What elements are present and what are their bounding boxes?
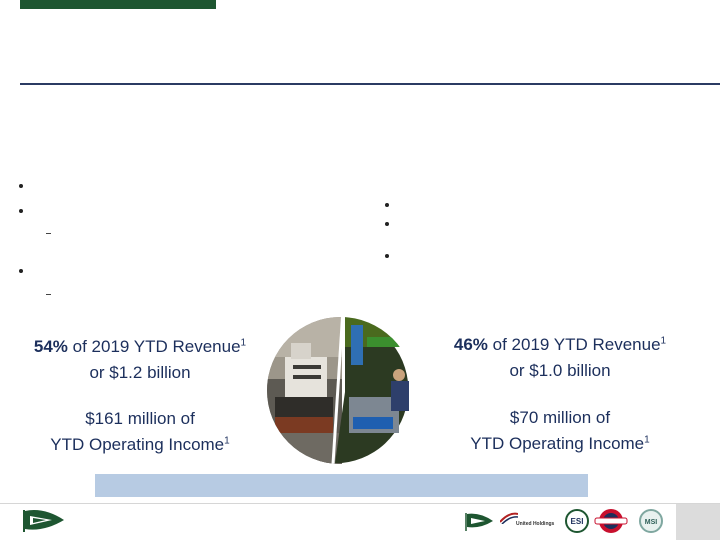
distribution-income-footnote-marker: 1 — [644, 434, 650, 446]
marine-revenue-stat: 54% of 2019 YTD Revenue1 or $1.2 billion… — [20, 334, 260, 458]
distribution-income-line1: $70 million of — [509, 408, 611, 427]
left-subbullet-2 — [46, 294, 51, 295]
right-bullet-3 — [385, 254, 389, 258]
marine-income-line1: $161 million of — [85, 409, 195, 428]
msi-logo: MSI — [639, 509, 663, 533]
distribution-footnote-marker: 1 — [660, 335, 667, 347]
marine-revenue-line: 54% of 2019 YTD Revenue1 — [20, 334, 260, 360]
footer-divider — [0, 503, 720, 504]
marine-income-text: YTD Operating Income — [50, 435, 225, 454]
marine-footnote-marker: 1 — [240, 337, 247, 349]
header-accent-bar — [20, 0, 216, 9]
left-bullet-2 — [19, 209, 23, 213]
distribution-revenue-text: of 2019 YTD Revenue — [487, 335, 661, 354]
distribution-income-text: YTD Operating Income — [470, 434, 645, 453]
right-bullet-1 — [385, 203, 389, 207]
marine-income-line2: YTD Operating Income1 — [20, 432, 260, 458]
stewart-stevenson-logo — [594, 509, 628, 533]
distribution-revenue-amount: or $1.0 billion — [509, 361, 611, 380]
marine-income-footnote-marker: 1 — [224, 435, 230, 447]
esi-logo: ESI — [565, 509, 589, 533]
right-bullet-2 — [385, 222, 389, 226]
title-divider — [20, 83, 720, 85]
esi-logo-text: ESI — [570, 517, 584, 526]
marine-revenue-text: of 2019 YTD Revenue — [67, 337, 241, 356]
page-number-box — [676, 504, 720, 540]
left-bullet-3 — [19, 269, 23, 273]
msi-logo-text: MSI — [644, 519, 658, 526]
distribution-revenue-pct: 46% — [453, 335, 488, 354]
distribution-revenue-line: 46% of 2019 YTD Revenue1 — [435, 332, 685, 358]
segment-photo-pie — [267, 317, 414, 464]
left-bullet-1 — [19, 184, 23, 188]
kirby-flag-logo — [23, 510, 64, 532]
summary-banner — [95, 474, 588, 497]
distribution-income-line2: YTD Operating Income1 — [435, 431, 685, 457]
distribution-revenue-stat: 46% of 2019 YTD Revenue1 or $1.0 billion… — [435, 332, 685, 457]
left-subbullet-1 — [46, 233, 51, 234]
united-holdings-text: United Holdings — [516, 521, 555, 527]
united-holdings-logo: United Holdings — [498, 512, 560, 532]
marine-revenue-amount: or $1.2 billion — [89, 363, 191, 382]
marine-revenue-pct: 54% — [33, 337, 68, 356]
kirby-small-logo — [465, 513, 493, 531]
